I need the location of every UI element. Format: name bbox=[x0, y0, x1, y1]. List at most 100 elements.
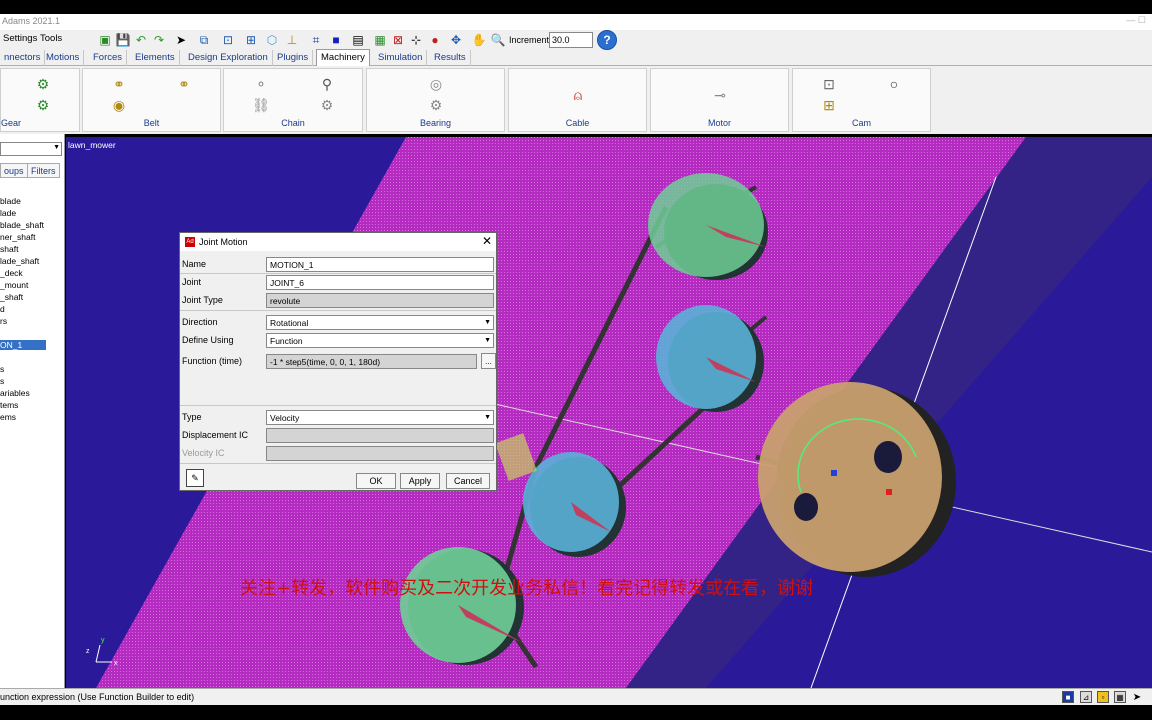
status-bar: unction expression (Use Function Builder… bbox=[0, 688, 1152, 705]
pointer-icon[interactable]: ➤ bbox=[1131, 691, 1143, 703]
table-icon[interactable]: ▦ bbox=[1114, 691, 1126, 703]
grid-icon[interactable]: ⌗ bbox=[308, 32, 324, 48]
increment-input[interactable] bbox=[549, 32, 593, 48]
tree-item[interactable]: tems bbox=[0, 400, 18, 410]
chain-link-icon[interactable]: ⛓ bbox=[252, 96, 270, 114]
tab-simulation[interactable]: Simulation bbox=[374, 50, 428, 66]
redo-icon[interactable]: ↷ bbox=[151, 32, 167, 48]
velocity-ic-label: Velocity IC bbox=[182, 448, 225, 458]
target-icon[interactable]: ⊠ bbox=[390, 32, 406, 48]
joint-field[interactable]: JOINT_6 bbox=[266, 275, 494, 290]
tree-item[interactable]: s bbox=[0, 364, 4, 374]
view-icon[interactable]: ⧉ bbox=[196, 32, 212, 48]
type-value: Velocity bbox=[270, 413, 300, 423]
zoom-icon[interactable]: 🔍 bbox=[490, 32, 506, 48]
fit-icon[interactable]: ⊞ bbox=[243, 32, 259, 48]
wireframe-icon[interactable]: ▤ bbox=[350, 32, 366, 48]
tree-item[interactable]: blade_shaft bbox=[0, 220, 44, 230]
motor-group-label: Motor bbox=[707, 118, 731, 128]
zoom-box-icon[interactable]: ⊡ bbox=[220, 32, 236, 48]
function-builder-icon[interactable]: ✎ bbox=[186, 469, 204, 487]
note-icon[interactable]: ▫ bbox=[1097, 691, 1109, 703]
tab-elements[interactable]: Elements bbox=[131, 50, 180, 66]
tab-results[interactable]: Results bbox=[430, 50, 471, 66]
tree-item[interactable]: _mount bbox=[0, 280, 28, 290]
tab-machinery[interactable]: Machinery bbox=[316, 49, 370, 66]
belt-create-icon[interactable]: ⚭ bbox=[110, 75, 128, 93]
tree-item[interactable]: ariables bbox=[0, 388, 30, 398]
menu-settings[interactable]: Settings bbox=[3, 33, 37, 44]
motor-group: ⊸ Motor bbox=[650, 68, 789, 132]
gear-pair-icon[interactable]: ⚙ bbox=[34, 96, 52, 114]
tree-item[interactable]: _shaft bbox=[0, 292, 23, 302]
mesh-icon[interactable]: ▦ bbox=[372, 32, 388, 48]
cable-create-icon[interactable]: ⍝ bbox=[569, 86, 587, 104]
graph-icon[interactable]: ⊿ bbox=[1080, 691, 1092, 703]
axes-icon[interactable]: ⊥ bbox=[284, 32, 300, 48]
tab-plugins[interactable]: Plugins bbox=[273, 50, 314, 66]
window-controls[interactable]: — ☐ bbox=[1126, 15, 1146, 26]
help-icon[interactable]: ? bbox=[597, 30, 617, 50]
tab-motions[interactable]: Motions bbox=[42, 50, 85, 66]
tab-groups[interactable]: oups bbox=[0, 163, 28, 178]
triad-z: z bbox=[86, 648, 90, 655]
ok-button[interactable]: OK bbox=[356, 473, 396, 489]
motor-create-icon[interactable]: ⊸ bbox=[711, 86, 729, 104]
bearing-create-icon[interactable]: ◎ bbox=[427, 75, 445, 93]
gear-create-icon[interactable]: ⚙ bbox=[34, 75, 52, 93]
tree-item[interactable]: rs bbox=[0, 316, 7, 326]
displacement-ic-field[interactable] bbox=[266, 428, 494, 443]
menu-tools[interactable]: Tools bbox=[40, 33, 62, 44]
tab-filters[interactable]: Filters bbox=[27, 163, 60, 178]
close-icon[interactable]: ✕ bbox=[482, 234, 492, 248]
cam-create-icon[interactable]: ⊡ bbox=[820, 75, 838, 93]
name-field[interactable]: MOTION_1 bbox=[266, 257, 494, 272]
define-using-select[interactable]: Function ▼ bbox=[266, 333, 494, 348]
belt-actuator-icon[interactable]: ◉ bbox=[110, 96, 128, 114]
belt-pulley-icon[interactable]: ⚭ bbox=[175, 75, 193, 93]
chevron-down-icon: ▼ bbox=[484, 319, 491, 326]
model-status-icon[interactable]: ■ bbox=[1062, 691, 1074, 703]
pick-icon[interactable]: ⊹ bbox=[408, 32, 424, 48]
tree-item[interactable]: lade bbox=[0, 208, 16, 218]
cancel-button[interactable]: Cancel bbox=[446, 473, 490, 489]
divider bbox=[180, 273, 496, 274]
tree-item[interactable]: ems bbox=[0, 412, 16, 422]
render-icon[interactable]: ⬡ bbox=[264, 32, 280, 48]
dialog-title: Joint Motion bbox=[199, 237, 248, 247]
function-builder-button[interactable]: ... bbox=[481, 353, 496, 369]
chain-sprocket-icon[interactable]: ⚲ bbox=[318, 75, 336, 93]
chain-actuator-icon[interactable]: ⚙ bbox=[318, 96, 336, 114]
browser-filter-select[interactable]: ▼ bbox=[0, 142, 62, 156]
type-select[interactable]: Velocity ▼ bbox=[266, 410, 494, 425]
tab-connectors[interactable]: nnectors bbox=[0, 50, 46, 66]
tree-item[interactable]: shaft bbox=[0, 244, 18, 254]
tab-forces[interactable]: Forces bbox=[89, 50, 128, 66]
tree-item[interactable]: lade_shaft bbox=[0, 256, 39, 266]
tab-design-exploration[interactable]: Design Exploration bbox=[184, 50, 273, 66]
tree-item-selected[interactable]: ON_1 bbox=[0, 340, 46, 350]
chain-create-icon[interactable]: ⚬ bbox=[252, 75, 270, 93]
color-icon[interactable]: ■ bbox=[328, 32, 344, 48]
dot-icon[interactable]: ● bbox=[427, 32, 443, 48]
tree-item[interactable]: s bbox=[0, 376, 4, 386]
bearing-group: ◎ ⚙ Bearing bbox=[366, 68, 505, 132]
save-icon[interactable]: 💾 bbox=[115, 32, 131, 48]
select-pointer-icon[interactable]: ➤ bbox=[173, 32, 189, 48]
new-model-icon[interactable]: ▣ bbox=[97, 32, 113, 48]
cam-follower-icon[interactable]: ⊞ bbox=[820, 96, 838, 114]
direction-select[interactable]: Rotational ▼ bbox=[266, 315, 494, 330]
bearing-detail-icon[interactable]: ⚙ bbox=[427, 96, 445, 114]
tree-item[interactable]: ner_shaft bbox=[0, 232, 35, 242]
displacement-ic-label: Displacement IC bbox=[182, 430, 249, 440]
tree-item[interactable]: blade bbox=[0, 196, 21, 206]
undo-icon[interactable]: ↶ bbox=[133, 32, 149, 48]
tree-item[interactable]: d bbox=[0, 304, 5, 314]
cam-profile-icon[interactable]: ○ bbox=[885, 75, 903, 93]
apply-button[interactable]: Apply bbox=[400, 473, 440, 489]
pan-hand-icon[interactable]: ✋ bbox=[471, 32, 487, 48]
function-expression-field[interactable]: -1 * step5(time, 0, 0, 1, 180d) bbox=[266, 354, 477, 369]
chain-group: ⚬ ⚲ ⛓ ⚙ Chain bbox=[223, 68, 363, 132]
rotate-icon[interactable]: ✥ bbox=[448, 32, 464, 48]
tree-item[interactable]: _deck bbox=[0, 268, 23, 278]
